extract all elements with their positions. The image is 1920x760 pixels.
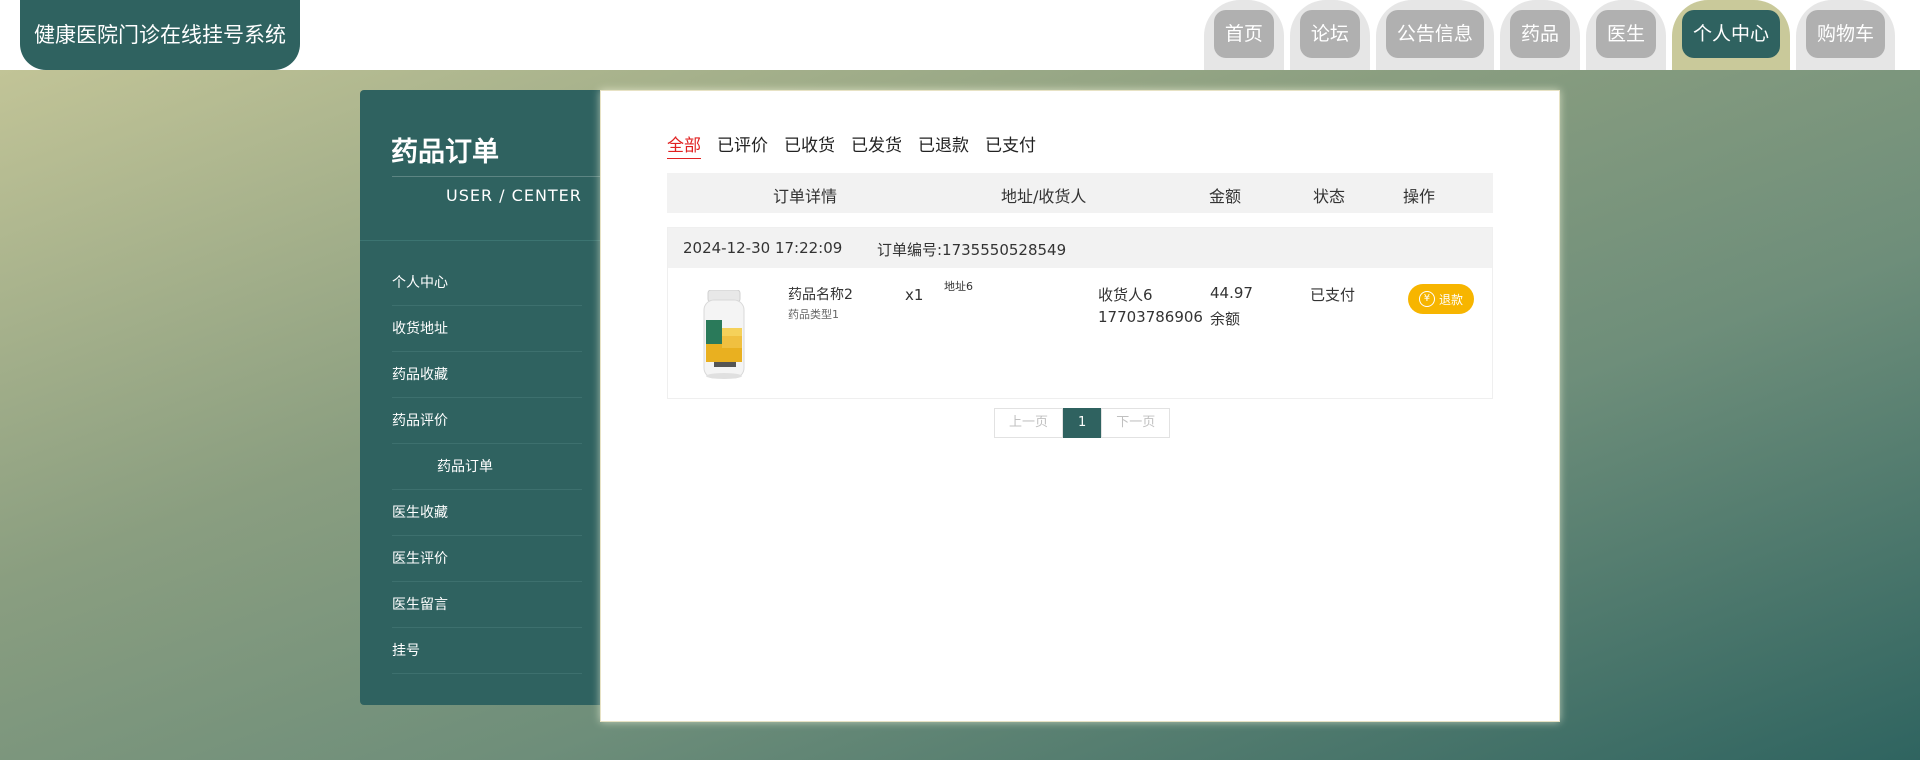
order-header: 2024-12-30 17:22:09 订单编号:1735550528549 <box>668 228 1492 268</box>
sidebar-separator <box>360 240 600 241</box>
top-bar: 健康医院门诊在线挂号系统 首页 论坛 公告信息 药品 医生 个人中心 购物车 <box>0 0 1920 70</box>
nav-forum[interactable]: 论坛 <box>1289 0 1370 70</box>
sidebar-item-medicine-favorites[interactable]: 药品收藏 <box>392 352 582 398</box>
product-quantity: x1 <box>905 286 924 304</box>
order-status: 已支付 <box>1310 286 1356 304</box>
filter-all[interactable]: 全部 <box>667 131 701 159</box>
order-address: 地址6 <box>944 280 973 293</box>
header-order-details: 订单详情 <box>773 187 838 206</box>
receiver-name: 收货人6 <box>1098 286 1153 304</box>
sidebar-item-medicine-reviews[interactable]: 药品评价 <box>392 398 582 444</box>
nav-label: 论坛 <box>1299 10 1360 58</box>
pay-method: 余额 <box>1210 310 1241 328</box>
nav-doctors[interactable]: 医生 <box>1585 0 1666 70</box>
prev-page-button[interactable]: 上一页 <box>994 408 1064 438</box>
refund-label: 退款 <box>1438 292 1463 307</box>
header-status: 状态 <box>1313 187 1346 206</box>
nav-cart[interactable]: 购物车 <box>1795 0 1895 70</box>
receiver-phone: 17703786906 <box>1098 308 1203 326</box>
sidebar: 药品订单 USER / CENTER 个人中心 收货地址 药品收藏 药品评价 药… <box>360 90 600 705</box>
nav-user-center[interactable]: 个人中心 <box>1671 0 1790 70</box>
nav-home[interactable]: 首页 <box>1203 0 1284 70</box>
sidebar-subtitle: USER / CENTER <box>446 186 582 205</box>
header-action: 操作 <box>1403 187 1436 206</box>
nav-label: 首页 <box>1213 10 1274 58</box>
sidebar-title: 药品订单 <box>391 137 499 168</box>
sidebar-item-user-center[interactable]: 个人中心 <box>392 260 582 306</box>
nav-announcements[interactable]: 公告信息 <box>1375 0 1494 70</box>
refund-button[interactable]: ¥ 退款 <box>1408 284 1474 314</box>
nav-label: 公告信息 <box>1385 10 1484 58</box>
sidebar-item-doctor-favorites[interactable]: 医生收藏 <box>392 490 582 536</box>
order-time: 2024-12-30 17:22:09 <box>683 239 843 257</box>
pagination: 上一页 1 下一页 <box>994 408 1171 438</box>
nav-medicine[interactable]: 药品 <box>1499 0 1580 70</box>
next-page-button[interactable]: 下一页 <box>1101 408 1171 438</box>
header-amount: 金额 <box>1209 187 1242 206</box>
filter-received[interactable]: 已收货 <box>784 131 835 159</box>
sidebar-item-doctor-messages[interactable]: 医生留言 <box>392 582 582 628</box>
sidebar-menu: 个人中心 收货地址 药品收藏 药品评价 药品订单 医生收藏 医生评价 医生留言 … <box>360 260 600 674</box>
product-name[interactable]: 药品名称2 <box>788 284 853 304</box>
filter-refunded[interactable]: 已退款 <box>918 131 969 159</box>
main-panel: 全部 已评价 已收货 已发货 已退款 已支付 订单详情 地址/收货人 金额 状态… <box>600 90 1560 722</box>
sidebar-divider <box>392 176 600 177</box>
table-header: 订单详情 地址/收货人 金额 状态 操作 <box>667 173 1493 213</box>
site-title[interactable]: 健康医院门诊在线挂号系统 <box>20 0 300 70</box>
nav-label: 购物车 <box>1805 10 1885 58</box>
product-type: 药品类型1 <box>788 308 839 321</box>
page-number-button[interactable]: 1 <box>1063 408 1102 438</box>
sidebar-item-medicine-orders[interactable]: 药品订单 <box>392 444 582 490</box>
header-address: 地址/收货人 <box>1001 187 1087 206</box>
filter-shipped[interactable]: 已发货 <box>851 131 902 159</box>
order-number: 订单编号:1735550528549 <box>877 241 1067 259</box>
order-amount: 44.97 <box>1210 284 1253 302</box>
filter-paid[interactable]: 已支付 <box>985 131 1036 159</box>
product-image[interactable] <box>684 290 764 382</box>
filter-reviewed[interactable]: 已评价 <box>717 131 768 159</box>
nav-label: 个人中心 <box>1681 10 1780 58</box>
sidebar-item-address[interactable]: 收货地址 <box>392 306 582 352</box>
sidebar-item-doctor-reviews[interactable]: 医生评价 <box>392 536 582 582</box>
order-card: 2024-12-30 17:22:09 订单编号:1735550528549 药… <box>667 227 1493 399</box>
sidebar-item-registration[interactable]: 挂号 <box>392 628 582 674</box>
nav-label: 药品 <box>1509 10 1570 58</box>
main-nav: 首页 论坛 公告信息 药品 医生 个人中心 购物车 <box>1203 0 1895 70</box>
nav-label: 医生 <box>1595 10 1656 58</box>
order-filter-tabs: 全部 已评价 已收货 已发货 已退款 已支付 <box>667 131 1036 159</box>
yen-icon: ¥ <box>1418 291 1435 307</box>
